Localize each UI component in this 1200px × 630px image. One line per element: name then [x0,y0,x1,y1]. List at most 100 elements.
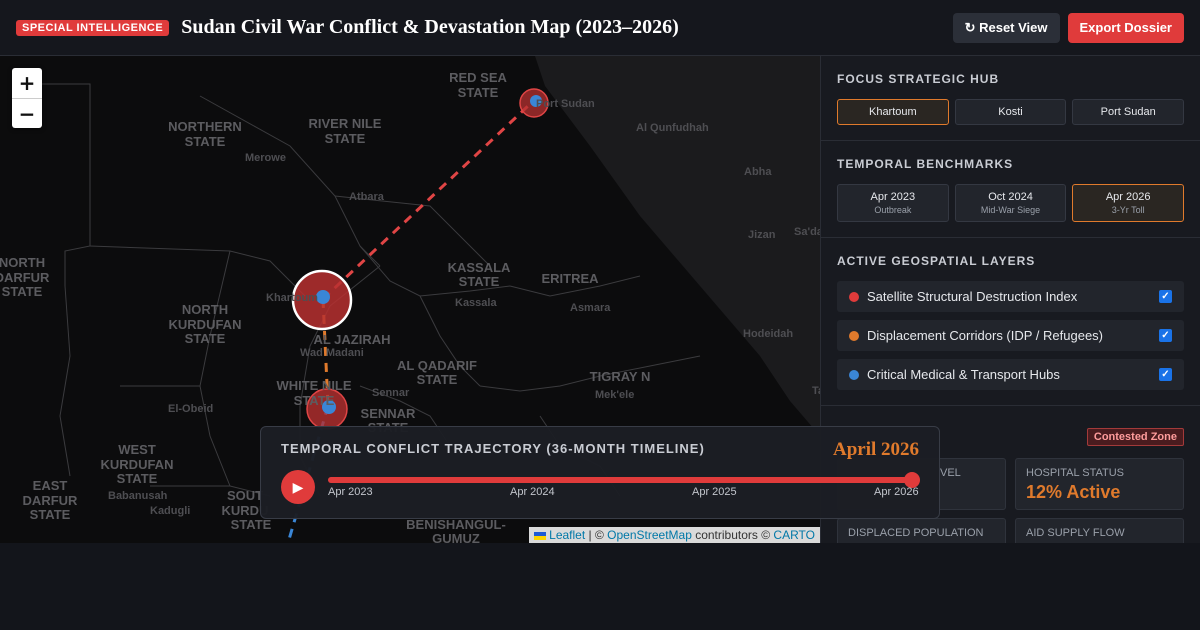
city-merowe: Merowe [245,152,286,164]
layer-label: Displacement Corridors (IDP / Refugees) [867,328,1104,343]
timeline-tick-label: Apr 2024 [510,486,555,498]
label-west-kordofan-2: KURDUFAN [101,457,174,472]
label-tigray: TIGRAY N [590,369,651,384]
city-sa-da: Sa'da [794,226,820,238]
city-asmara: Asmara [570,302,611,314]
benchmark-apr-2026-button[interactable]: Apr 2026 3-Yr Toll [1072,184,1185,222]
timeline-tick-label: Apr 2023 [328,486,373,498]
page-title: Sudan Civil War Conflict & Devastation M… [181,16,679,38]
timeline-panel: TEMPORAL CONFLICT TRAJECTORY (36-MONTH T… [260,426,940,519]
label-kassala-state: STATE [459,274,500,289]
label-south-kordofan-1: SOUT [227,488,263,503]
benchmark-date: Apr 2023 [870,191,916,203]
contested-zone-badge: Contested Zone [1086,428,1184,446]
label-al-qadarif: AL QADARIF [397,358,477,373]
label-west-kordofan-1: WEST [118,442,156,457]
layer-displacement-corridors[interactable]: Displacement Corridors (IDP / Refugees) … [837,320,1184,351]
top-header: SPECIAL INTELLIGENCE Sudan Civil War Con… [0,0,1200,56]
benchmark-sub: 3-Yr Toll [1111,205,1145,215]
stat-label: AID SUPPLY FLOW [1026,527,1125,539]
stat-value: 12% Active [1026,482,1121,502]
label-south-kordofan-3: STATE [231,517,272,532]
city-khartoum: Khartoum [266,292,318,304]
city-sennar: Sennar [372,387,410,399]
zoom-out-button[interactable]: − [12,98,42,128]
benchmark-oct-2024-button[interactable]: Oct 2024 Mid-War Siege [954,184,1067,222]
hub-kosti-button[interactable]: Kosti [954,99,1067,125]
stat-label: HOSPITAL STATUS [1026,467,1124,479]
layer-medical-hubs[interactable]: Critical Medical & Transport Hubs ✓ [837,359,1184,390]
layer-checkbox[interactable]: ✓ [1159,290,1172,303]
label-north-kordofan-2: KURDUFAN [169,317,242,332]
benchmarks-section: TEMPORAL BENCHMARKS Apr 2023 Outbreak Oc… [821,141,1200,238]
layer-destruction-index[interactable]: Satellite Structural Destruction Index ✓ [837,281,1184,312]
timeline-slider[interactable] [328,472,920,488]
city-el-obeid: El-Obeid [168,403,213,415]
label-white-nile: WHITE NILE [276,378,351,393]
zoom-in-button[interactable]: + [12,68,42,98]
timeline-tick-label: Apr 2026 [874,486,919,498]
city-ta: Ta [812,385,820,397]
stat-label: DISPLACED POPULATION [848,527,984,539]
label-river-nile-state: STATE [325,131,366,146]
city-jizan: Jizan [748,229,776,241]
layer-checkbox[interactable]: ✓ [1159,368,1172,381]
label-kassala: KASSALA [448,260,511,275]
benchmark-apr-2023-button[interactable]: Apr 2023 Outbreak [837,184,949,222]
city-atbara: Atbara [349,191,385,203]
hub-khartoum-button[interactable]: Khartoum [837,99,949,125]
benchmark-button-row: Apr 2023 Outbreak Oct 2024 Mid-War Siege… [837,184,1185,222]
label-north-darfur-3: STATE [2,284,43,299]
attribution-sep: | © [585,528,608,542]
label-white-nile-state: STATE [294,393,335,408]
label-north-darfur-2: DARFUR [0,270,50,285]
displaced-population-card: DISPLACED POPULATION [837,518,1006,543]
layer-color-dot [849,369,859,380]
label-benishangul-2: GUMUZ [432,531,480,543]
export-dossier-button[interactable]: Export Dossier [1067,12,1184,43]
layer-color-dot [849,330,859,341]
label-east-darfur-3: STATE [30,507,71,522]
label-red-sea: RED SEA [449,70,507,85]
label-sennar: SENNAR [361,406,417,421]
label-benishangul-1: BENISHANGUL- [406,517,506,532]
city-wad-madani: Wad Madani [300,347,364,359]
special-intelligence-badge: SPECIAL INTELLIGENCE [16,19,170,36]
play-button[interactable]: ▶ [281,470,315,504]
hub-port-sudan-button[interactable]: Port Sudan [1072,99,1185,125]
label-red-sea-state: STATE [458,85,499,100]
layer-checkbox[interactable]: ✓ [1159,329,1172,342]
aid-supply-card: AID SUPPLY FLOW [1015,518,1184,543]
timeline-tick-label: Apr 2025 [692,486,737,498]
benchmark-date: Oct 2024 [988,191,1033,203]
benchmark-sub: Mid-War Siege [980,205,1041,215]
layer-label: Satellite Structural Destruction Index [867,289,1078,304]
carto-link[interactable]: CARTO [773,528,815,542]
label-north-darfur-1: NORTH [0,255,45,270]
header-actions: ↻ Reset View Export Dossier [952,12,1184,43]
label-eritrea: ERITREA [541,271,599,286]
city-port-sudan: Port Sudan [536,98,595,110]
timeline-progress-fill [328,477,912,483]
focus-hub-section: FOCUS STRATEGIC HUB Khartoum Kosti Port … [821,56,1200,141]
osm-link[interactable]: OpenStreetMap [607,528,692,542]
label-northern-state: STATE [185,134,226,149]
label-east-darfur-2: DARFUR [23,493,78,508]
reset-view-button[interactable]: ↻ Reset View [952,12,1060,43]
timeline-current-date: April 2026 [832,439,919,460]
layer-color-dot [849,291,859,302]
ukraine-flag-icon [534,531,547,540]
city-mekele: Mek'ele [595,389,634,401]
hospital-status-card: HOSPITAL STATUS 12% Active [1015,458,1184,510]
khartoum-hub-icon[interactable] [316,290,330,304]
map-attribution: Leaflet | © OpenStreetMap contributors ©… [529,527,820,543]
label-west-kordofan-3: STATE [117,471,158,486]
hub-button-row: Khartoum Kosti Port Sudan [837,99,1185,125]
benchmark-date: Apr 2026 [1105,191,1151,203]
leaflet-link[interactable]: Leaflet [549,528,585,542]
benchmarks-title: TEMPORAL BENCHMARKS [837,157,1014,171]
label-north-kordofan-3: STATE [185,331,226,346]
zoom-control: + − [12,68,42,128]
city-babanusah: Babanusah [108,490,168,502]
city-kadugli: Kadugli [150,505,190,517]
